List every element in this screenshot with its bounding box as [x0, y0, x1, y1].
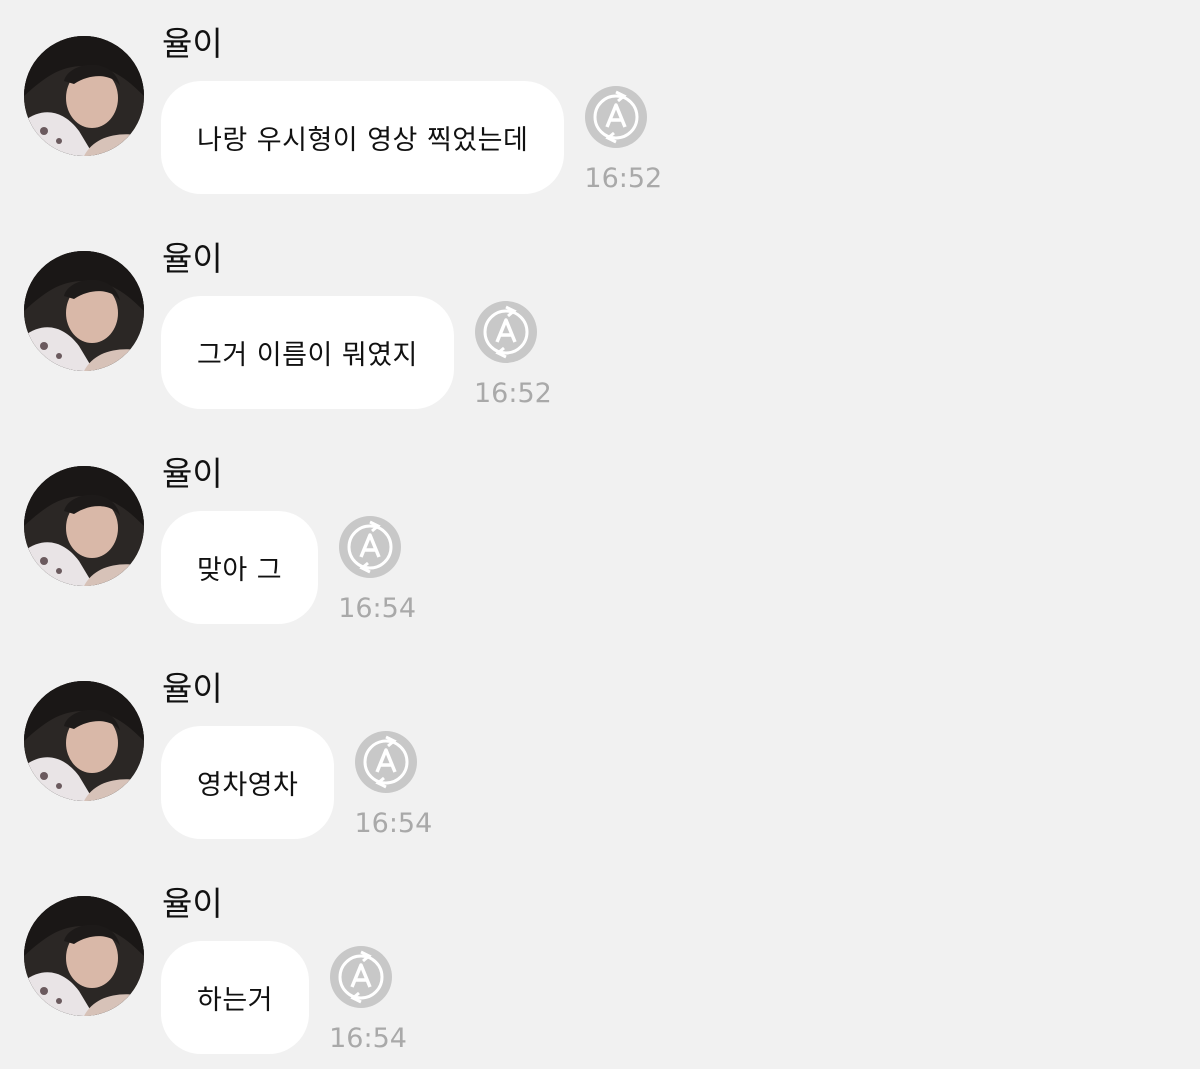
- message-text: 하는거: [197, 985, 274, 1016]
- translate-icon[interactable]: [473, 299, 539, 365]
- avatar[interactable]: [24, 681, 144, 801]
- message-timestamp: 16:52: [473, 378, 552, 409]
- sender-name: 율이: [162, 454, 223, 493]
- message-timestamp: 16:54: [338, 593, 417, 624]
- message-group: 율이 나랑 우시형이 영상 찍었는데 16:52: [0, 0, 1200, 200]
- message-timestamp: 16:54: [354, 808, 433, 839]
- translate-icon[interactable]: [328, 944, 394, 1010]
- message-meta: 16:54: [336, 514, 418, 624]
- translate-icon[interactable]: [583, 84, 649, 150]
- message-row: 하는거 16:54: [161, 941, 409, 1054]
- avatar[interactable]: [24, 896, 144, 1016]
- message-meta: 16:52: [582, 84, 664, 194]
- message-text: 영차영차: [197, 770, 299, 801]
- message-meta: 16:54: [327, 944, 409, 1054]
- message-text: 그거 이름이 뭐였지: [197, 340, 418, 371]
- message-row: 영차영차 16:54: [161, 726, 434, 839]
- message-timestamp: 16:54: [329, 1023, 407, 1054]
- translate-icon[interactable]: [353, 729, 419, 795]
- message-bubble[interactable]: 그거 이름이 뭐였지: [161, 296, 454, 409]
- sender-name: 율이: [162, 884, 223, 923]
- message-group: 율이 영차영차 16:54: [0, 645, 1200, 845]
- avatar[interactable]: [24, 36, 144, 156]
- sender-name: 율이: [162, 669, 223, 708]
- message-bubble[interactable]: 하는거: [161, 941, 310, 1054]
- sender-name: 율이: [162, 239, 223, 278]
- translate-icon[interactable]: [337, 514, 403, 580]
- avatar[interactable]: [24, 251, 144, 371]
- message-text: 나랑 우시형이 영상 찍었는데: [197, 125, 529, 156]
- avatar[interactable]: [24, 466, 144, 586]
- chat-message-list: 율이 나랑 우시형이 영상 찍었는데 16:52 율이 그거 이름이 뭐였지 1…: [0, 0, 1200, 1069]
- message-group: 율이 맞아 그 16:54: [0, 430, 1200, 630]
- message-row: 나랑 우시형이 영상 찍었는데 16:52: [161, 81, 664, 194]
- message-bubble[interactable]: 나랑 우시형이 영상 찍었는데: [161, 81, 565, 194]
- message-row: 그거 이름이 뭐였지 16:52: [161, 296, 554, 409]
- message-text: 맞아 그: [197, 555, 283, 586]
- message-group: 율이 그거 이름이 뭐였지 16:52: [0, 215, 1200, 415]
- message-bubble[interactable]: 맞아 그: [161, 511, 319, 624]
- message-timestamp: 16:52: [584, 163, 663, 194]
- message-row: 맞아 그 16:54: [161, 511, 418, 624]
- message-meta: 16:52: [472, 299, 554, 409]
- message-bubble[interactable]: 영차영차: [161, 726, 335, 839]
- message-group: 율이 하는거 16:54: [0, 860, 1200, 1060]
- message-meta: 16:54: [352, 729, 434, 839]
- sender-name: 율이: [162, 24, 223, 63]
